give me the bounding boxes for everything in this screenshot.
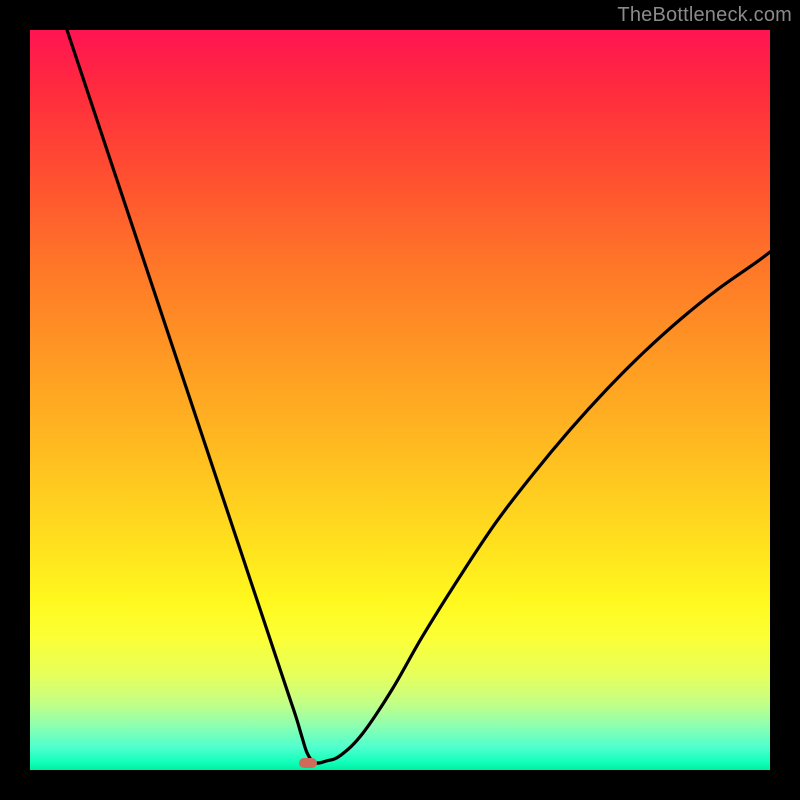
plot-area	[30, 30, 770, 770]
bottleneck-curve	[30, 30, 770, 770]
watermark-text: TheBottleneck.com	[617, 4, 792, 27]
chart-frame: TheBottleneck.com	[0, 0, 800, 800]
min-marker	[299, 758, 317, 768]
curve-path	[67, 30, 770, 763]
